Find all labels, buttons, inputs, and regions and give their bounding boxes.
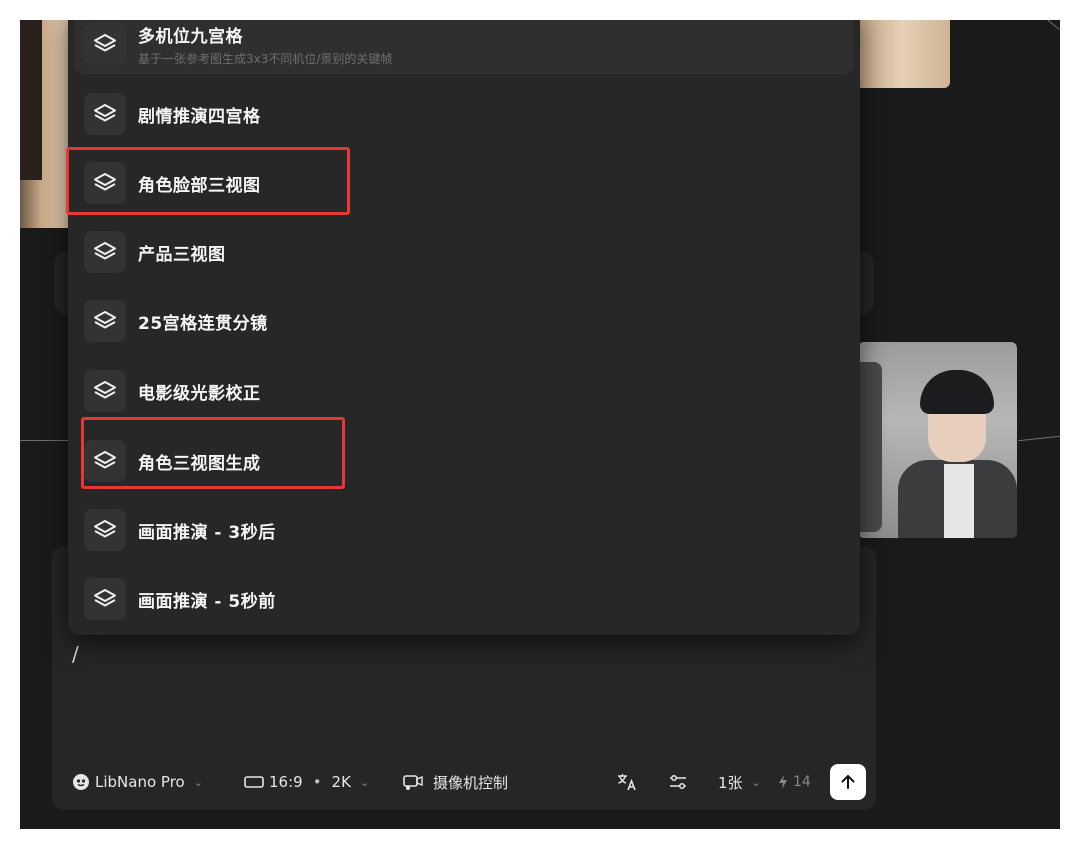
aspect-ratio-value: 16:9 bbox=[269, 773, 303, 791]
camera-control-label: 摄像机控制 bbox=[433, 773, 509, 792]
arrow-up-icon bbox=[841, 774, 855, 789]
layers-icon bbox=[84, 578, 126, 620]
lightning-icon bbox=[779, 775, 787, 789]
reference-image-top-right[interactable] bbox=[856, 20, 950, 88]
layers-icon bbox=[84, 370, 126, 412]
layers-icon bbox=[84, 440, 126, 482]
credits-cost: 14 bbox=[778, 774, 811, 790]
chevron-down-icon: ⌄ bbox=[751, 775, 761, 789]
menu-item-multi-camera-grid[interactable]: 多机位九宫格 基于一张参考图生成3x3不同机位/景别的关键帧 bbox=[74, 20, 854, 74]
chevron-down-icon: ⌄ bbox=[193, 775, 203, 789]
layers-icon bbox=[84, 23, 126, 65]
connector-line bbox=[1018, 435, 1060, 442]
chevron-down-icon: ⌄ bbox=[359, 775, 370, 789]
menu-item-scene-after-3s[interactable]: 画面推演 - 3秒后 bbox=[74, 500, 854, 560]
layers-icon bbox=[84, 509, 126, 551]
canvas: / LibNano Pro ⌄ 16:9 • 2K ⌄ 摄像机控制 1张 ⌄ 1… bbox=[20, 20, 1060, 829]
model-logo-icon bbox=[73, 774, 89, 790]
camera-control-button[interactable]: 摄像机控制 bbox=[402, 772, 508, 793]
image-count-value: 1张 bbox=[718, 773, 743, 792]
aspect-ratio-icon bbox=[244, 776, 264, 788]
ratio-resolution-selector[interactable]: 16:9 • 2K ⌄ bbox=[244, 773, 369, 791]
menu-item-label: 电影级光影校正 bbox=[138, 383, 261, 404]
menu-item-plot-four-grid[interactable]: 剧情推演四宫格 bbox=[74, 84, 854, 144]
menu-item-label: 产品三视图 bbox=[138, 244, 226, 265]
menu-item-label: 25宫格连贯分镜 bbox=[138, 313, 268, 334]
layers-icon bbox=[84, 162, 126, 204]
separator-dot: • bbox=[312, 773, 322, 791]
connector-line bbox=[1042, 20, 1060, 30]
send-button[interactable] bbox=[830, 764, 866, 800]
translate-button[interactable] bbox=[616, 772, 638, 792]
template-dropdown-menu: 多机位九宫格 基于一张参考图生成3x3不同机位/景别的关键帧 剧情推演四宫格 角… bbox=[68, 20, 860, 635]
menu-item-25-grid-storyboard[interactable]: 25宫格连贯分镜 bbox=[74, 291, 854, 351]
connector-line bbox=[20, 440, 68, 441]
menu-item-cinematic-lighting[interactable]: 电影级光影校正 bbox=[74, 361, 854, 421]
image-count-selector[interactable]: 1张 ⌄ bbox=[718, 772, 761, 793]
camera-icon bbox=[403, 775, 423, 790]
menu-item-label: 画面推演 - 3秒后 bbox=[138, 522, 276, 543]
translate-icon bbox=[618, 774, 636, 791]
credits-value: 14 bbox=[793, 774, 811, 790]
model-selector[interactable]: LibNano Pro ⌄ bbox=[72, 773, 203, 791]
prompt-input-value: / bbox=[72, 642, 79, 666]
menu-item-face-three-view[interactable]: 角色脸部三视图 bbox=[74, 153, 854, 213]
resolution-value: 2K bbox=[331, 773, 351, 791]
settings-button[interactable] bbox=[668, 773, 688, 791]
menu-item-label: 多机位九宫格 bbox=[138, 26, 243, 47]
menu-item-character-three-view[interactable]: 角色三视图生成 bbox=[74, 431, 854, 491]
menu-item-label: 画面推演 - 5秒前 bbox=[138, 591, 276, 612]
menu-item-scene-before-5s[interactable]: 画面推演 - 5秒前 bbox=[74, 569, 854, 629]
layers-icon bbox=[84, 93, 126, 135]
character-portrait-image[interactable] bbox=[858, 342, 1017, 538]
layers-icon bbox=[84, 300, 126, 342]
model-name: LibNano Pro bbox=[95, 773, 185, 791]
prompt-input[interactable]: / bbox=[72, 642, 79, 666]
menu-item-label: 角色脸部三视图 bbox=[138, 175, 261, 196]
menu-item-label: 剧情推演四宫格 bbox=[138, 106, 261, 127]
sliders-icon bbox=[670, 775, 686, 789]
prompt-toolbar: LibNano Pro ⌄ 16:9 • 2K ⌄ 摄像机控制 1张 ⌄ 14 bbox=[72, 764, 872, 800]
menu-item-label: 角色三视图生成 bbox=[138, 453, 261, 474]
layers-icon bbox=[84, 231, 126, 273]
menu-item-description: 基于一张参考图生成3x3不同机位/景别的关键帧 bbox=[138, 51, 393, 66]
menu-item-product-three-view[interactable]: 产品三视图 bbox=[74, 222, 854, 282]
